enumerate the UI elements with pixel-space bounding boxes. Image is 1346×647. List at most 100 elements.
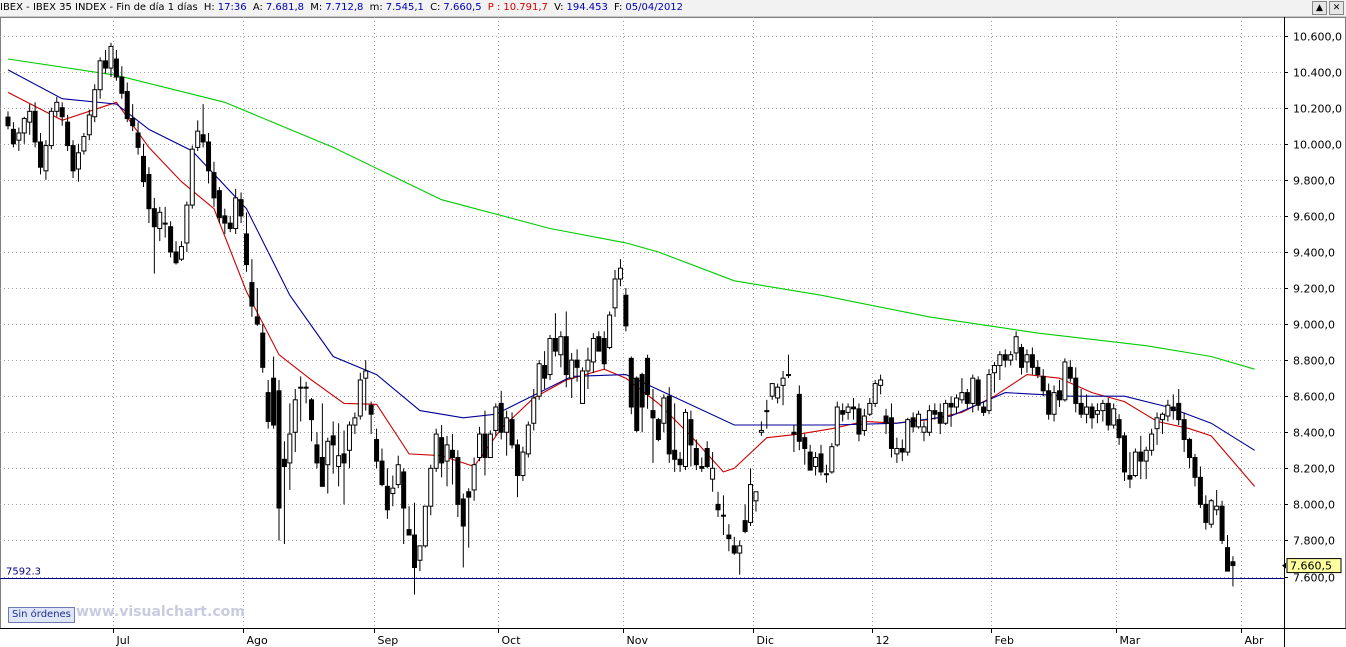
candle-body (758, 429, 764, 433)
candle (954, 394, 959, 415)
candle-body (894, 447, 900, 455)
candle-body (477, 433, 483, 459)
y-tick-label: 10.200,0 (1293, 103, 1342, 116)
candle (238, 192, 244, 224)
candle-body (878, 379, 884, 386)
candle-body (753, 491, 759, 502)
candle (368, 401, 374, 435)
candle (1040, 369, 1046, 397)
candle (1051, 385, 1057, 422)
candle-body (195, 130, 201, 148)
candle-body (1029, 354, 1035, 368)
candle (1132, 448, 1138, 478)
candle-body (498, 402, 504, 433)
candle (769, 383, 775, 400)
x-tick-label: Nov (627, 634, 649, 647)
candle (227, 215, 233, 233)
candle-body (1008, 354, 1014, 361)
candle-body (726, 534, 732, 540)
candle (265, 379, 271, 429)
candle-body (986, 374, 992, 412)
candle (997, 351, 1003, 380)
candle (1073, 367, 1079, 413)
orders-button[interactable]: Sin órdenes (8, 607, 75, 623)
candle-body (813, 457, 819, 468)
candle-body (921, 426, 927, 433)
candle (59, 102, 65, 126)
candle-body (959, 392, 965, 401)
candle-body (883, 415, 889, 424)
candle-body (384, 485, 390, 511)
candle-body (731, 545, 737, 554)
candle (547, 334, 553, 380)
candle-body (867, 402, 873, 415)
candle-body (292, 399, 298, 433)
candle-body (509, 419, 515, 446)
candle (1013, 331, 1019, 361)
candle-body (108, 45, 114, 69)
y-tick-label: 9.800,0 (1293, 175, 1335, 188)
candle-body (861, 415, 867, 431)
candle (569, 352, 575, 399)
candle-body (574, 359, 580, 368)
candle-body (487, 433, 493, 459)
candle (894, 437, 900, 463)
candle (1197, 466, 1203, 508)
candle-body (189, 148, 195, 206)
x-tick-label: Sep (378, 634, 399, 647)
candle-body (81, 136, 87, 152)
candle (823, 464, 829, 483)
candle-body (1214, 505, 1220, 511)
candle (216, 187, 222, 224)
candle (645, 354, 651, 409)
candle (921, 421, 927, 442)
candle-body (514, 444, 520, 477)
x-tick-label: 12 (876, 634, 890, 647)
candle-body (406, 529, 412, 536)
candle-body (1143, 449, 1149, 462)
candle-body (601, 338, 607, 365)
candle-body (48, 110, 54, 147)
candle (32, 102, 38, 148)
candle-body (281, 458, 287, 468)
candle (959, 378, 965, 404)
candle (1105, 398, 1111, 431)
candle-body (937, 411, 943, 424)
candle (1181, 412, 1187, 453)
candle-body (151, 208, 157, 228)
candle (433, 428, 439, 472)
candle-body (38, 141, 44, 168)
candle (10, 122, 16, 148)
candle (563, 311, 569, 388)
candle (948, 396, 954, 427)
candle (926, 405, 932, 436)
candle (401, 468, 407, 545)
candle (319, 403, 325, 487)
candle-body (141, 155, 146, 183)
candle-body (775, 386, 781, 399)
candle-body (1073, 377, 1079, 404)
candle (1122, 432, 1128, 481)
candle (607, 311, 613, 350)
candle (964, 388, 970, 409)
candle (65, 114, 71, 151)
candle (916, 410, 922, 429)
candle-body (704, 447, 710, 468)
candle-body (303, 386, 309, 389)
candle (189, 145, 195, 209)
candle (341, 430, 347, 505)
candle-body (1208, 500, 1214, 525)
candle-body (130, 118, 136, 127)
candle-body (325, 440, 331, 466)
candle (861, 408, 867, 436)
candle-body (70, 145, 76, 172)
candle-body (628, 357, 634, 408)
x-tick-label: Ago (247, 634, 269, 647)
candle (542, 351, 548, 389)
x-tick-label: Oct (502, 634, 522, 647)
candle-body (233, 197, 239, 230)
candle (813, 452, 819, 476)
y-tick-label: 9.200,0 (1293, 283, 1335, 296)
candle-body (146, 173, 152, 210)
candle (178, 241, 184, 261)
